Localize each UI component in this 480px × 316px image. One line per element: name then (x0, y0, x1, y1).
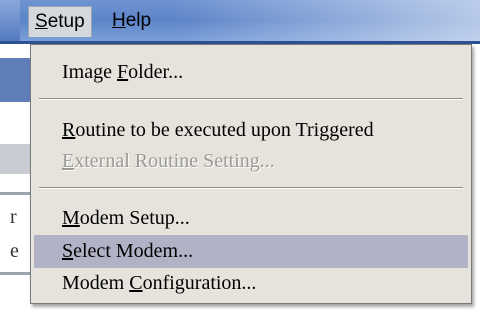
menu-separator (39, 98, 463, 100)
menu-item-mnemonic: R (62, 119, 76, 141)
menu-item-routine-triggered[interactable]: Routine to be executed upon Triggered (34, 114, 468, 147)
menu-item-mnemonic: M (62, 207, 80, 229)
menu-item-text: Image (62, 61, 117, 83)
menu-item-text: elect Modem... (73, 240, 194, 262)
menu-bar: Setup Help (0, 0, 480, 44)
menu-item-modem-configuration[interactable]: Modem Configuration... (34, 267, 468, 300)
menu-item-mnemonic: E (62, 150, 75, 172)
setup-dropdown-menu: Image Folder... Routine to be executed u… (30, 44, 472, 304)
menu-item-text: odem Setup... (79, 207, 190, 229)
menu-item-text: outine to be executed upon Triggered (75, 119, 374, 141)
menu-item-mnemonic: C (129, 272, 143, 294)
menu-help[interactable]: Help (106, 6, 157, 36)
menu-item-text: Modem (62, 272, 130, 294)
menu-help-mnemonic: H (112, 10, 126, 31)
menu-setup[interactable]: Setup (28, 6, 92, 37)
menu-setup-label: etup (47, 11, 85, 32)
menu-item-text: onfiguration... (142, 272, 257, 294)
menu-item-mnemonic: F (116, 61, 129, 83)
menu-item-text: older... (128, 61, 184, 83)
background-panel (0, 144, 30, 174)
menu-item-mnemonic: S (62, 240, 74, 262)
menu-item-select-modem[interactable]: Select Modem... (34, 235, 468, 268)
menu-bar-gradient (175, 0, 480, 44)
menu-setup-mnemonic: S (35, 11, 48, 32)
background-divider (0, 272, 34, 275)
menu-item-image-folder[interactable]: Image Folder... (34, 56, 468, 89)
background-divider (0, 192, 34, 195)
menu-item-text: xternal Routine Setting... (74, 150, 275, 172)
menu-bar-left-edge (0, 0, 20, 44)
menu-help-label: elp (125, 10, 152, 31)
menu-item-modem-setup[interactable]: Modem Setup... (34, 202, 468, 235)
menu-item-external-routine-setting: External Routine Setting... (34, 145, 468, 178)
background-text-fragment: r (10, 206, 17, 228)
background-text-fragment: e (10, 240, 19, 262)
background-panel (0, 58, 30, 102)
menu-separator (39, 187, 463, 189)
